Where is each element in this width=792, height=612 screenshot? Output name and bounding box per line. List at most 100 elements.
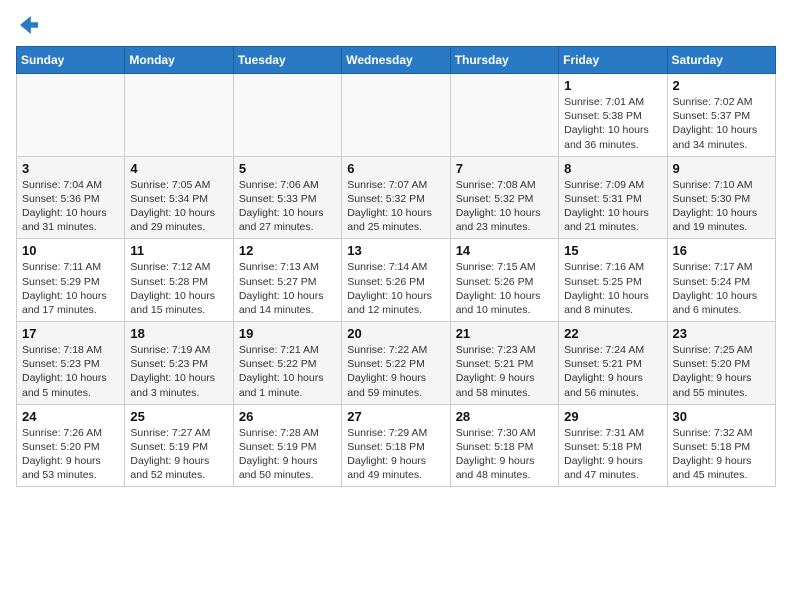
calendar-cell: 24 Sunrise: 7:26 AMSunset: 5:20 PMDayligh…: [17, 404, 125, 487]
day-info: Sunrise: 7:06 AMSunset: 5:33 PMDaylight:…: [239, 178, 336, 235]
day-info: Sunrise: 7:30 AMSunset: 5:18 PMDaylight:…: [456, 426, 553, 483]
day-info: Sunrise: 7:07 AMSunset: 5:32 PMDaylight:…: [347, 178, 444, 235]
day-info: Sunrise: 7:32 AMSunset: 5:18 PMDaylight:…: [673, 426, 770, 483]
day-number: 19: [239, 326, 336, 341]
day-number: 13: [347, 243, 444, 258]
day-info: Sunrise: 7:12 AMSunset: 5:28 PMDaylight:…: [130, 260, 227, 317]
day-info: Sunrise: 7:05 AMSunset: 5:34 PMDaylight:…: [130, 178, 227, 235]
calendar-cell: 3 Sunrise: 7:04 AMSunset: 5:36 PMDaylight…: [17, 156, 125, 239]
day-info: Sunrise: 7:19 AMSunset: 5:23 PMDaylight:…: [130, 343, 227, 400]
day-info: Sunrise: 7:15 AMSunset: 5:26 PMDaylight:…: [456, 260, 553, 317]
calendar-cell: 7Sunrise: 7:08 AMSunset: 5:32 PMDaylight…: [450, 156, 558, 239]
day-info: Sunrise: 7:21 AMSunset: 5:22 PMDaylight:…: [239, 343, 336, 400]
calendar-header: SundayMondayTuesdayWednesdayThursdayFrid…: [17, 47, 776, 74]
day-number: 20: [347, 326, 444, 341]
day-number: 8: [564, 161, 661, 176]
calendar-cell: 15 Sunrise: 7:16 AMSunset: 5:25 PMDayligh…: [559, 239, 667, 322]
calendar-cell: 13 Sunrise: 7:14 AMSunset: 5:26 PMDayligh…: [342, 239, 450, 322]
day-number: 10: [22, 243, 119, 258]
day-number: 15: [564, 243, 661, 258]
day-number: 26: [239, 409, 336, 424]
calendar-cell: 30 Sunrise: 7:32 AMSunset: 5:18 PMDayligh…: [667, 404, 775, 487]
day-info: Sunrise: 7:27 AMSunset: 5:19 PMDaylight:…: [130, 426, 227, 483]
calendar-cell: 4 Sunrise: 7:05 AMSunset: 5:34 PMDaylight…: [125, 156, 233, 239]
calendar-body: 1 Sunrise: 7:01 AMSunset: 5:38 PMDaylight…: [17, 74, 776, 487]
calendar-cell: 12 Sunrise: 7:13 AMSunset: 5:27 PMDayligh…: [233, 239, 341, 322]
day-info: Sunrise: 7:01 AMSunset: 5:38 PMDaylight:…: [564, 95, 661, 152]
calendar-cell: 5 Sunrise: 7:06 AMSunset: 5:33 PMDaylight…: [233, 156, 341, 239]
calendar-cell: 17 Sunrise: 7:18 AMSunset: 5:23 PMDayligh…: [17, 322, 125, 405]
calendar-cell: [125, 74, 233, 157]
calendar-cell: 6 Sunrise: 7:07 AMSunset: 5:32 PMDaylight…: [342, 156, 450, 239]
day-info: Sunrise: 7:04 AMSunset: 5:36 PMDaylight:…: [22, 178, 119, 235]
logo-icon: [20, 16, 38, 34]
day-number: 11: [130, 243, 227, 258]
day-info: Sunrise: 7:24 AMSunset: 5:21 PMDaylight:…: [564, 343, 661, 400]
calendar-cell: 14 Sunrise: 7:15 AMSunset: 5:26 PMDayligh…: [450, 239, 558, 322]
day-number: 23: [673, 326, 770, 341]
calendar-cell: [233, 74, 341, 157]
day-info: Sunrise: 7:10 AMSunset: 5:30 PMDaylight:…: [673, 178, 770, 235]
day-number: 7: [456, 161, 553, 176]
calendar-cell: [342, 74, 450, 157]
calendar-cell: 19 Sunrise: 7:21 AMSunset: 5:22 PMDayligh…: [233, 322, 341, 405]
day-number: 4: [130, 161, 227, 176]
day-info: Sunrise: 7:17 AMSunset: 5:24 PMDaylight:…: [673, 260, 770, 317]
day-info: Sunrise: 7:29 AMSunset: 5:18 PMDaylight:…: [347, 426, 444, 483]
calendar-cell: 11 Sunrise: 7:12 AMSunset: 5:28 PMDayligh…: [125, 239, 233, 322]
day-number: 6: [347, 161, 444, 176]
day-number: 27: [347, 409, 444, 424]
calendar-cell: 9Sunrise: 7:10 AMSunset: 5:30 PMDaylight…: [667, 156, 775, 239]
day-info: Sunrise: 7:23 AMSunset: 5:21 PMDaylight:…: [456, 343, 553, 400]
calendar-cell: 18 Sunrise: 7:19 AMSunset: 5:23 PMDayligh…: [125, 322, 233, 405]
weekday-header: Thursday: [450, 47, 558, 74]
weekday-header: Friday: [559, 47, 667, 74]
page-header: [16, 16, 776, 34]
day-number: 22: [564, 326, 661, 341]
weekday-header: Wednesday: [342, 47, 450, 74]
calendar-cell: 27 Sunrise: 7:29 AMSunset: 5:18 PMDayligh…: [342, 404, 450, 487]
logo: [16, 16, 38, 34]
weekday-header: Tuesday: [233, 47, 341, 74]
calendar-cell: 16 Sunrise: 7:17 AMSunset: 5:24 PMDayligh…: [667, 239, 775, 322]
day-info: Sunrise: 7:13 AMSunset: 5:27 PMDaylight:…: [239, 260, 336, 317]
day-info: Sunrise: 7:25 AMSunset: 5:20 PMDaylight:…: [673, 343, 770, 400]
day-info: Sunrise: 7:09 AMSunset: 5:31 PMDaylight:…: [564, 178, 661, 235]
day-number: 24: [22, 409, 119, 424]
day-number: 17: [22, 326, 119, 341]
calendar-cell: 28 Sunrise: 7:30 AMSunset: 5:18 PMDayligh…: [450, 404, 558, 487]
day-info: Sunrise: 7:11 AMSunset: 5:29 PMDaylight:…: [22, 260, 119, 317]
day-number: 14: [456, 243, 553, 258]
weekday-header: Monday: [125, 47, 233, 74]
day-number: 16: [673, 243, 770, 258]
day-number: 30: [673, 409, 770, 424]
day-number: 18: [130, 326, 227, 341]
calendar-cell: 29 Sunrise: 7:31 AMSunset: 5:18 PMDayligh…: [559, 404, 667, 487]
day-info: Sunrise: 7:16 AMSunset: 5:25 PMDaylight:…: [564, 260, 661, 317]
day-number: 21: [456, 326, 553, 341]
calendar-cell: 25 Sunrise: 7:27 AMSunset: 5:19 PMDayligh…: [125, 404, 233, 487]
day-info: Sunrise: 7:28 AMSunset: 5:19 PMDaylight:…: [239, 426, 336, 483]
weekday-header: Sunday: [17, 47, 125, 74]
day-info: Sunrise: 7:14 AMSunset: 5:26 PMDaylight:…: [347, 260, 444, 317]
day-number: 12: [239, 243, 336, 258]
day-number: 3: [22, 161, 119, 176]
calendar-cell: 22 Sunrise: 7:24 AMSunset: 5:21 PMDayligh…: [559, 322, 667, 405]
day-number: 28: [456, 409, 553, 424]
day-info: Sunrise: 7:18 AMSunset: 5:23 PMDaylight:…: [22, 343, 119, 400]
day-info: Sunrise: 7:26 AMSunset: 5:20 PMDaylight:…: [22, 426, 119, 483]
day-number: 1: [564, 78, 661, 93]
calendar-cell: 20Sunrise: 7:22 AMSunset: 5:22 PMDayligh…: [342, 322, 450, 405]
calendar-cell: [17, 74, 125, 157]
day-number: 29: [564, 409, 661, 424]
calendar-cell: 26 Sunrise: 7:28 AMSunset: 5:19 PMDayligh…: [233, 404, 341, 487]
calendar-cell: 8 Sunrise: 7:09 AMSunset: 5:31 PMDaylight…: [559, 156, 667, 239]
day-info: Sunrise: 7:31 AMSunset: 5:18 PMDaylight:…: [564, 426, 661, 483]
calendar-table: SundayMondayTuesdayWednesdayThursdayFrid…: [16, 46, 776, 487]
calendar-cell: 23 Sunrise: 7:25 AMSunset: 5:20 PMDayligh…: [667, 322, 775, 405]
calendar-cell: 10 Sunrise: 7:11 AMSunset: 5:29 PMDayligh…: [17, 239, 125, 322]
day-info: Sunrise: 7:02 AMSunset: 5:37 PMDaylight:…: [673, 95, 770, 152]
day-number: 25: [130, 409, 227, 424]
day-number: 5: [239, 161, 336, 176]
calendar-cell: 21 Sunrise: 7:23 AMSunset: 5:21 PMDayligh…: [450, 322, 558, 405]
